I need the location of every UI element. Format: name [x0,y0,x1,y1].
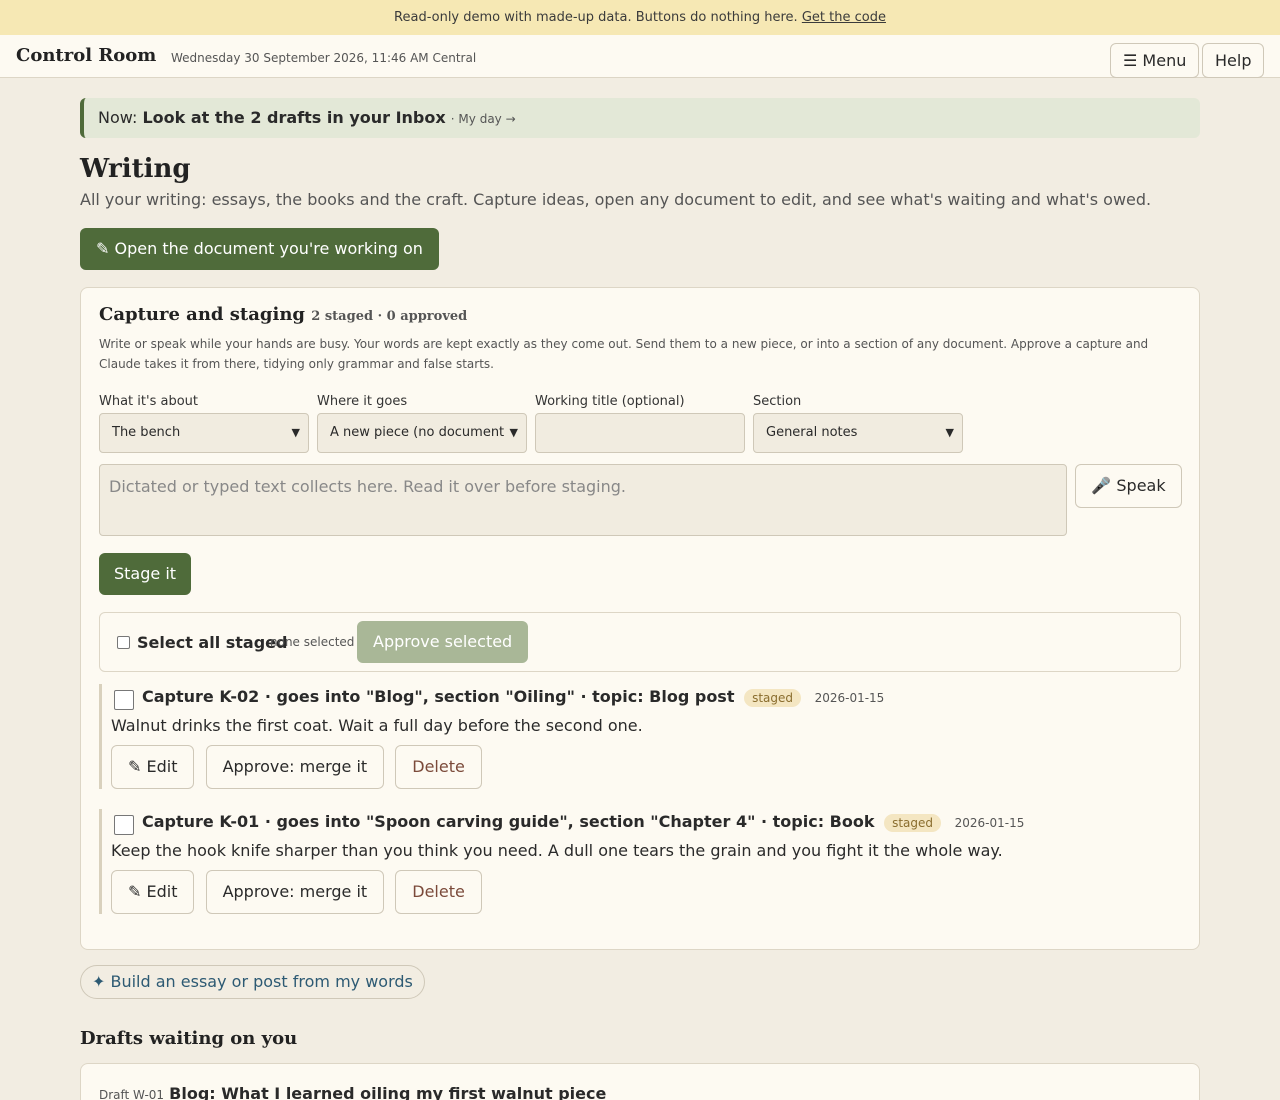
capture-checkbox[interactable] [114,690,134,710]
help-button[interactable]: Help [1202,43,1265,78]
capture-item: Capture K-01 · goes into "Spoon carving … [99,809,1181,914]
my-day-link[interactable]: · My day → [451,112,516,126]
chevron-down-icon: ▼ [945,426,954,439]
capture-item-header: Capture K-01 · goes into "Spoon carving … [111,809,1181,837]
drafts-heading: Drafts waiting on you [80,1028,298,1049]
section-value: General notes [766,425,858,440]
where-value: A new piece (no document [330,425,505,440]
capture-item-title: Capture K-02 · goes into "Blog", section… [142,687,884,707]
capture-textarea[interactable]: Dictated or typed text collects here. Re… [99,464,1067,536]
approve-selected-button[interactable]: Approve selected [357,621,529,663]
demo-banner: Read-only demo with made-up data. Button… [0,0,1280,35]
section-label: Section [753,394,802,409]
section-select[interactable]: General notes ▼ [753,413,963,453]
draft-id: Draft W-01 [99,1088,165,1100]
open-document-button[interactable]: ✎ Open the document you're working on [80,228,439,270]
working-title-input[interactable] [535,413,745,453]
about-label: What it's about [99,394,198,409]
working-title-label: Working title (optional) [535,394,685,409]
capture-date: 2026-01-15 [954,815,1025,830]
banner-text: Read-only demo with made-up data. Button… [394,10,798,25]
edit-button[interactable]: ✎ Edit [111,870,195,914]
status-badge: staged [744,688,801,707]
now-message: Look at the 2 drafts in your Inbox [142,108,446,127]
capture-item: Capture K-02 · goes into "Blog", section… [99,684,1181,789]
main-content: Now: Look at the 2 drafts in your Inbox … [80,98,1200,950]
capture-counts: 2 staged · 0 approved [311,309,468,324]
now-prefix: Now: [98,108,138,127]
about-select[interactable]: The bench ▼ [99,413,309,453]
get-code-link[interactable]: Get the code [802,10,886,25]
select-all-label: Select all staged [137,633,288,652]
where-field: Where it goes A new piece (no document ▼ [317,394,527,453]
capture-title: Capture and staging [99,304,305,325]
delete-button[interactable]: Delete [395,745,482,789]
edit-button[interactable]: ✎ Edit [111,745,195,789]
speak-button[interactable]: 🎤 Speak [1075,464,1182,508]
select-all-bar: Select all staged none selected Approve … [99,612,1181,672]
capture-text: Walnut drinks the first coat. Wait a ful… [111,716,643,735]
stage-button[interactable]: Stage it [99,553,192,595]
status-badge: staged [884,813,942,832]
capture-title-text: Capture K-01 · goes into "Spoon carving … [142,812,875,831]
draft-title: Blog: What I learned oiling my first wal… [169,1084,607,1100]
now-banner: Now: Look at the 2 drafts in your Inbox … [80,98,1200,138]
capture-description: Write or speak while your hands are busy… [99,337,1149,371]
working-title-field: Working title (optional) [535,394,745,453]
capture-item-header: Capture K-02 · goes into "Blog", section… [111,684,1181,712]
capture-staging-card: Capture and staging 2 staged · 0 approve… [80,287,1200,950]
capture-checkbox[interactable] [114,815,134,835]
page-title: Writing [80,154,191,184]
page-subtitle: All your writing: essays, the books and … [80,190,1152,209]
capture-heading: Capture and staging 2 staged · 0 approve… [99,304,1181,325]
chevron-down-icon: ▼ [509,426,518,439]
approve-merge-button[interactable]: Approve: merge it [205,745,385,789]
where-label: Where it goes [317,394,408,409]
menu-button[interactable]: ☰ Menu [1110,43,1200,78]
capture-title-text: Capture K-02 · goes into "Blog", section… [142,687,735,706]
draft-card[interactable]: Draft W-01 Blog: What I learned oiling m… [80,1063,1200,1100]
delete-button[interactable]: Delete [395,870,482,914]
capture-actions: ✎ Edit Approve: merge it Delete [111,745,1181,789]
capture-actions: ✎ Edit Approve: merge it Delete [111,870,1181,914]
chevron-down-icon: ▼ [291,426,300,439]
capture-date: 2026-01-15 [814,690,885,705]
build-essay-button[interactable]: ✦ Build an essay or post from my words [80,965,425,999]
select-all-checkbox[interactable] [117,636,130,649]
brand-title[interactable]: Control Room [16,45,156,66]
current-datetime: Wednesday 30 September 2026, 11:46 AM Ce… [171,51,477,65]
about-field: What it's about The bench ▼ [99,394,309,453]
approve-merge-button[interactable]: Approve: merge it [205,870,385,914]
selection-status: none selected [270,635,355,649]
section-field: Section General notes ▼ [753,394,963,453]
capture-item-title: Capture K-01 · goes into "Spoon carving … [142,812,1024,832]
where-select[interactable]: A new piece (no document ▼ [317,413,527,453]
about-value: The bench [112,425,181,440]
top-bar: Control Room Wednesday 30 September 2026… [0,35,1280,78]
capture-text: Keep the hook knife sharper than you thi… [111,841,1003,860]
